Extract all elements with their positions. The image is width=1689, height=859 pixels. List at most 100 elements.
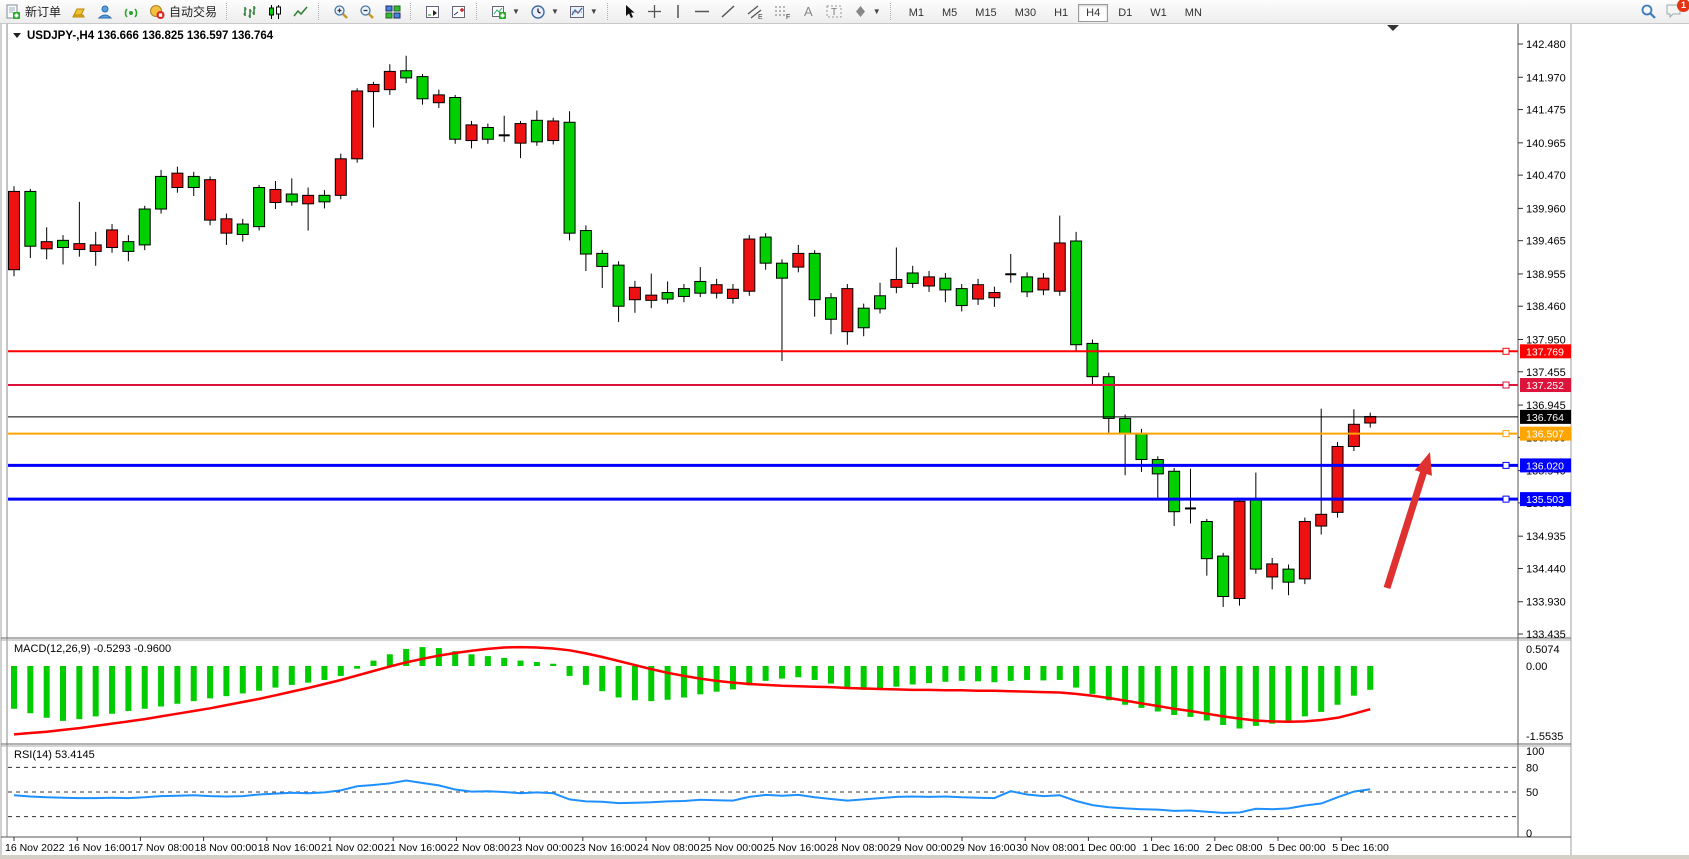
price-badge-label: 136.764 xyxy=(1526,412,1564,424)
signals-button[interactable] xyxy=(118,1,144,22)
price-tick-label: 139.465 xyxy=(1526,236,1566,248)
main-toolbar: 新订单 自动交易 xyxy=(0,0,1689,24)
clock-icon xyxy=(530,4,546,20)
price-tick-label: 140.470 xyxy=(1526,170,1566,182)
auto-trading-label: 自动交易 xyxy=(169,3,217,20)
price-badge-label: 136.020 xyxy=(1526,460,1564,472)
new-chart-icon xyxy=(491,4,507,20)
text-label-icon: T xyxy=(826,4,843,19)
time-tick-label: 2 Dec 08:00 xyxy=(1206,842,1263,854)
chevron-down-icon: ▼ xyxy=(512,7,520,16)
vertical-line-button[interactable] xyxy=(667,1,689,22)
equidistant-channel-button[interactable]: E xyxy=(741,1,769,22)
time-tick-label: 25 Nov 00:00 xyxy=(700,842,763,854)
price-tick-label: 141.475 xyxy=(1526,105,1566,117)
bar-chart-button[interactable] xyxy=(236,1,262,22)
macd-axis-label: 0.5074 xyxy=(1526,644,1560,656)
navigator-button[interactable] xyxy=(446,1,472,22)
auto-trading-icon xyxy=(149,4,165,20)
period-button[interactable]: ▼ xyxy=(525,1,564,22)
new-chart-button[interactable]: ▼ xyxy=(486,1,525,22)
rsi-axis-label: 50 xyxy=(1526,787,1538,799)
time-tick-label: 24 Nov 08:00 xyxy=(637,842,700,854)
gold-icon xyxy=(71,4,87,20)
data-window-icon xyxy=(425,4,441,20)
price-tick-label: 138.955 xyxy=(1526,269,1566,281)
symbol-title: USDJPY-,H4 136.666 136.825 136.597 136.7… xyxy=(27,30,274,42)
toolbar-separator xyxy=(890,3,898,20)
cursor-button[interactable] xyxy=(617,1,642,22)
zoom-in-button[interactable] xyxy=(328,1,354,22)
price-badge-label: 135.503 xyxy=(1526,494,1564,506)
chevron-down-icon: ▼ xyxy=(873,7,881,16)
new-order-icon xyxy=(5,4,21,20)
timeframe-button-M1[interactable]: M1 xyxy=(901,4,932,22)
new-order-label: 新订单 xyxy=(25,3,61,20)
timeframe-button-D1[interactable]: D1 xyxy=(1110,4,1140,22)
text-button[interactable]: A xyxy=(797,1,821,22)
timeframe-button-M30[interactable]: M30 xyxy=(1007,4,1044,22)
zoom-out-icon xyxy=(359,4,375,20)
price-tick-label: 140.965 xyxy=(1526,138,1566,150)
vertical-line-icon xyxy=(672,4,684,19)
price-tick-label: 134.440 xyxy=(1526,563,1566,575)
toolbar-separator xyxy=(410,3,418,20)
time-tick-label: 23 Nov 00:00 xyxy=(511,842,574,854)
chevron-down-icon: ▼ xyxy=(590,7,598,16)
navigator-icon xyxy=(451,4,467,20)
fibonacci-button[interactable]: F xyxy=(769,1,797,22)
price-tick-label: 142.480 xyxy=(1526,39,1566,51)
new-order-button[interactable]: 新订单 xyxy=(0,1,66,22)
candlestick-chart-button[interactable] xyxy=(262,1,288,22)
timeframe-button-H4[interactable]: H4 xyxy=(1078,4,1108,22)
data-window-button[interactable] xyxy=(420,1,446,22)
community-button[interactable] xyxy=(92,1,118,22)
bar-chart-icon xyxy=(241,4,257,20)
toolbar-right-group: 1 xyxy=(1640,0,1683,23)
text-icon: A xyxy=(802,4,816,19)
time-tick-label: 16 Nov 2022 xyxy=(5,842,65,854)
toolbar-separator xyxy=(226,3,234,20)
price-tick-label: 133.930 xyxy=(1526,597,1566,609)
time-tick-label: 16 Nov 16:00 xyxy=(68,842,131,854)
timeframe-button-M5[interactable]: M5 xyxy=(934,4,965,22)
time-tick-label: 1 Dec 16:00 xyxy=(1143,842,1200,854)
line-chart-button[interactable] xyxy=(288,1,314,22)
trendline-button[interactable] xyxy=(715,1,741,22)
macd-axis-label: -1.5535 xyxy=(1526,731,1563,743)
timeframe-button-M15[interactable]: M15 xyxy=(967,4,1004,22)
rsi-axis-label: 80 xyxy=(1526,762,1538,774)
horizontal-line-button[interactable] xyxy=(689,1,715,22)
svg-text:F: F xyxy=(786,14,790,20)
text-label-button[interactable]: T xyxy=(821,1,848,22)
zoom-out-button[interactable] xyxy=(354,1,380,22)
candlestick-chart-icon xyxy=(267,4,283,20)
chevron-down-icon: ▼ xyxy=(551,7,559,16)
templates-button[interactable]: ▼ xyxy=(564,1,603,22)
fibonacci-icon: F xyxy=(774,4,792,20)
time-tick-label: 29 Nov 16:00 xyxy=(953,842,1016,854)
auto-trading-button[interactable]: 自动交易 xyxy=(144,1,222,22)
rsi-axis-label: 100 xyxy=(1526,746,1544,758)
shapes-icon xyxy=(853,4,868,19)
crosshair-button[interactable] xyxy=(642,1,667,22)
search-icon[interactable] xyxy=(1640,3,1657,20)
timeframe-button-H1[interactable]: H1 xyxy=(1046,4,1076,22)
time-tick-label: 5 Dec 16:00 xyxy=(1332,842,1389,854)
arrows-button[interactable]: ▼ xyxy=(848,1,886,22)
price-chart-canvas[interactable]: 142.480141.970141.475140.965140.470139.9… xyxy=(0,0,1689,859)
time-tick-label: 25 Nov 16:00 xyxy=(763,842,826,854)
price-tick-label: 137.455 xyxy=(1526,367,1566,379)
svg-text:E: E xyxy=(758,14,763,20)
notifications-button[interactable]: 1 xyxy=(1665,2,1683,22)
time-tick-label: 18 Nov 16:00 xyxy=(258,842,321,854)
price-badge-label: 136.507 xyxy=(1526,429,1564,441)
timeframe-button-MN[interactable]: MN xyxy=(1177,4,1210,22)
timeframe-button-W1[interactable]: W1 xyxy=(1142,4,1175,22)
timeframe-group: M1M5M15M30H1H4D1W1MN xyxy=(900,5,1211,19)
svg-text:T: T xyxy=(831,7,837,18)
chart-title: USDJPY-,H4 136.666 136.825 136.597 136.7… xyxy=(13,30,274,42)
profile-icon xyxy=(97,4,113,20)
market-depth-button[interactable] xyxy=(66,1,92,22)
tile-windows-button[interactable] xyxy=(380,1,406,22)
